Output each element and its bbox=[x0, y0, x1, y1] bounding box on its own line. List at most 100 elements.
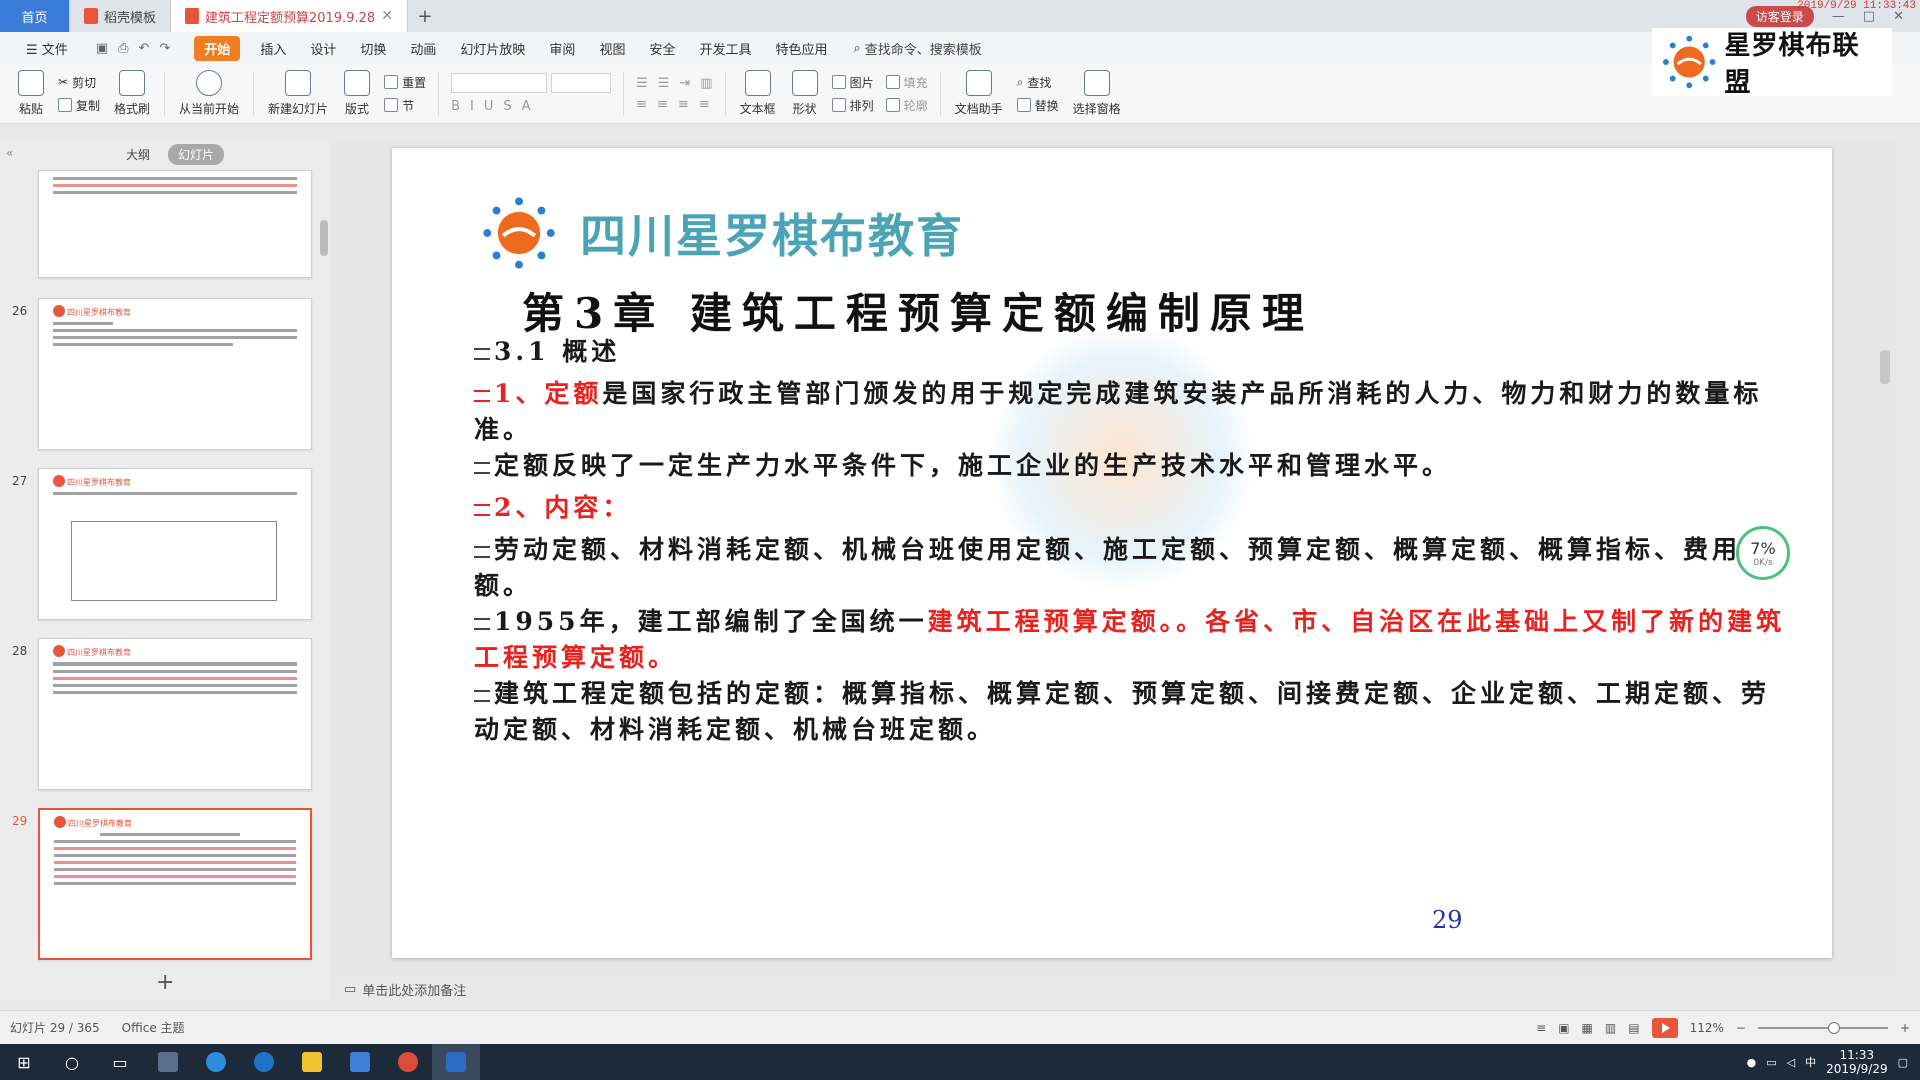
zoom-slider-knob[interactable] bbox=[1827, 1021, 1840, 1034]
slide-title[interactable]: 第3章 建筑工程预算定额编制原理 bbox=[522, 280, 1314, 341]
columns-icon[interactable]: ▥ bbox=[700, 76, 712, 91]
align-center-icon[interactable]: ≡ bbox=[657, 97, 668, 112]
volume-icon[interactable]: ◁ bbox=[1787, 1056, 1795, 1069]
align-right-icon[interactable]: ≡ bbox=[678, 97, 689, 112]
play-from-current-button[interactable]: 从当前开始 bbox=[171, 66, 247, 122]
slide-thumbnail[interactable]: 四川星罗棋布教育 bbox=[38, 298, 312, 450]
slide-thumbnail[interactable]: 四川星罗棋布教育 bbox=[38, 468, 312, 620]
reading-view-icon[interactable]: ▥ bbox=[1605, 1021, 1616, 1035]
wps-app-icon[interactable] bbox=[432, 1044, 480, 1080]
justify-icon[interactable]: ≡ bbox=[699, 97, 710, 112]
paste-button[interactable]: 粘贴 bbox=[10, 66, 52, 122]
ie-browser-icon[interactable] bbox=[192, 1044, 240, 1080]
tab-docer-templates[interactable]: 稻壳模板 bbox=[70, 0, 172, 32]
numbering-icon[interactable]: ☰ bbox=[658, 76, 670, 91]
copy-button[interactable]: 复制 bbox=[58, 97, 100, 114]
menu-design[interactable]: 设计 bbox=[298, 35, 348, 62]
edge-browser-icon[interactable] bbox=[240, 1044, 288, 1080]
tab-slides[interactable]: 幻灯片 bbox=[168, 144, 225, 165]
doc-assistant-button[interactable]: 文档助手 bbox=[947, 66, 1011, 122]
outline-button[interactable]: 轮廓 bbox=[885, 97, 928, 114]
font-family-select[interactable] bbox=[451, 73, 548, 93]
redo-icon[interactable]: ↷ bbox=[159, 41, 170, 56]
notification-icon[interactable]: ▢ bbox=[1898, 1056, 1908, 1069]
editor-scrollbar[interactable] bbox=[1880, 350, 1890, 384]
picture-button[interactable]: 图片 bbox=[831, 74, 874, 91]
normal-view-icon[interactable]: ▣ bbox=[1558, 1021, 1569, 1035]
slide-paragraph[interactable]: 劳动定额、材料消耗定额、机械台班使用定额、施工定额、预算定额、概算定额、概算指标… bbox=[474, 532, 1794, 604]
print-icon[interactable]: ⎙ bbox=[118, 41, 128, 56]
slide-paragraph[interactable]: 2、内容： bbox=[474, 490, 1794, 526]
replace-button[interactable]: 替换 bbox=[1016, 97, 1059, 114]
network-icon[interactable]: ▭ bbox=[1766, 1056, 1776, 1069]
slide-paragraph[interactable]: 建筑工程定额包括的定额：概算指标、概算定额、预算定额、间接费定额、企业定额、工期… bbox=[474, 676, 1794, 748]
layout-button[interactable]: 版式 bbox=[336, 66, 378, 122]
app-icon[interactable] bbox=[144, 1044, 192, 1080]
reset-button[interactable]: 重置 bbox=[384, 74, 426, 91]
slide-paragraph[interactable]: 1955年，建工部编制了全国统一建筑工程预算定额。。各省、市、自治区在此基础上又… bbox=[474, 604, 1794, 676]
fill-button[interactable]: 填充 bbox=[885, 74, 928, 91]
tab-home[interactable]: 首页 bbox=[0, 0, 70, 32]
indent-icon[interactable]: ⇥ bbox=[679, 76, 690, 91]
selection-pane-button[interactable]: 选择窗格 bbox=[1065, 66, 1129, 122]
menu-slideshow[interactable]: 幻灯片放映 bbox=[448, 35, 537, 62]
shape-button[interactable]: 形状 bbox=[784, 66, 826, 122]
find-button[interactable]: ⌕ 查找 bbox=[1017, 74, 1059, 91]
chrome-icon[interactable] bbox=[384, 1044, 432, 1080]
menu-animation[interactable]: 动画 bbox=[398, 35, 448, 62]
cortana-icon[interactable]: ○ bbox=[48, 1044, 96, 1080]
zoom-slider[interactable] bbox=[1757, 1021, 1888, 1034]
menu-developer[interactable]: 开发工具 bbox=[687, 35, 763, 62]
ime-indicator[interactable]: 中 bbox=[1805, 1054, 1816, 1070]
underline-icon[interactable]: U bbox=[484, 99, 494, 114]
file-menu[interactable]: ☰ 文件 bbox=[14, 35, 80, 62]
zoom-in-icon[interactable]: + bbox=[1900, 1021, 1910, 1035]
section-button[interactable]: 节 bbox=[384, 97, 426, 114]
font-size-select[interactable] bbox=[551, 73, 612, 93]
thumbnail-scrollbar[interactable] bbox=[320, 220, 328, 256]
close-tab-icon[interactable]: ✕ bbox=[381, 8, 393, 24]
file-explorer-icon[interactable] bbox=[288, 1044, 336, 1080]
bold-icon[interactable]: B bbox=[451, 99, 460, 114]
network-speed-widget[interactable]: 7% 0K/s bbox=[1736, 526, 1790, 580]
notes-pane[interactable]: ▭ 单击此处添加备注 bbox=[336, 978, 1920, 1000]
tab-outline[interactable]: 大纲 bbox=[116, 144, 160, 165]
zoom-out-icon[interactable]: − bbox=[1736, 1021, 1746, 1035]
windows-start-icon[interactable]: ⊞ bbox=[0, 1044, 48, 1080]
task-view-icon[interactable]: ▭ bbox=[96, 1044, 144, 1080]
slide-section-heading[interactable]: 3.1 概述 bbox=[474, 334, 1794, 370]
bullets-icon[interactable]: ☰ bbox=[636, 76, 648, 91]
italic-icon[interactable]: I bbox=[470, 99, 474, 114]
zoom-level[interactable]: 112% bbox=[1690, 1021, 1724, 1035]
slide-thumbnail[interactable] bbox=[38, 170, 312, 278]
notes-toggle-icon[interactable]: ≡ bbox=[1536, 1021, 1546, 1035]
cut-button[interactable]: ✂ 剪切 bbox=[58, 74, 100, 91]
new-tab-button[interactable]: + bbox=[408, 0, 442, 32]
new-slide-button[interactable]: 新建幻灯片 bbox=[260, 66, 336, 122]
presenter-icon[interactable]: ▤ bbox=[1628, 1021, 1639, 1035]
menu-special[interactable]: 特色应用 bbox=[763, 35, 839, 62]
slide-canvas[interactable]: 四川星罗棋布教育 第3章 建筑工程预算定额编制原理 3.1 概述 1、定额是国家… bbox=[392, 148, 1832, 958]
slide-thumbnail-selected[interactable]: 四川星罗棋布教育 bbox=[38, 808, 312, 960]
tray-app-icon[interactable]: ● bbox=[1747, 1056, 1757, 1069]
menu-start[interactable]: 开始 bbox=[194, 35, 241, 61]
strikethrough-icon[interactable]: S bbox=[503, 99, 511, 114]
menu-security[interactable]: 安全 bbox=[637, 35, 687, 62]
save-icon[interactable]: ▣ bbox=[96, 41, 108, 56]
store-icon[interactable] bbox=[336, 1044, 384, 1080]
arrange-button[interactable]: 排列 bbox=[831, 97, 874, 114]
slide-sorter-icon[interactable]: ▦ bbox=[1582, 1021, 1593, 1035]
taskbar-clock[interactable]: 11:33 2019/9/29 bbox=[1826, 1048, 1888, 1076]
slideshow-play-button[interactable] bbox=[1651, 1017, 1678, 1038]
menu-review[interactable]: 审阅 bbox=[537, 35, 587, 62]
menu-transition[interactable]: 切换 bbox=[348, 35, 398, 62]
menu-view[interactable]: 视图 bbox=[587, 35, 637, 62]
command-search[interactable]: ⌕ 查找命令、搜索模板 bbox=[854, 39, 982, 58]
slide-paragraph[interactable]: 1、定额是国家行政主管部门颁发的用于规定完成建筑安装产品所消耗的人力、物力和财力… bbox=[474, 376, 1794, 448]
tab-document[interactable]: 建筑工程定额预算2019.9.28 ✕ bbox=[171, 0, 408, 32]
add-slide-button[interactable]: + bbox=[156, 970, 174, 995]
slide-thumbnail[interactable]: 四川星罗棋布教育 bbox=[38, 638, 312, 790]
textbox-button[interactable]: 文本框 bbox=[732, 66, 784, 122]
font-color-icon[interactable]: A bbox=[522, 99, 531, 114]
slide-paragraph[interactable]: 定额反映了一定生产力水平条件下，施工企业的生产技术水平和管理水平。 bbox=[474, 448, 1794, 484]
